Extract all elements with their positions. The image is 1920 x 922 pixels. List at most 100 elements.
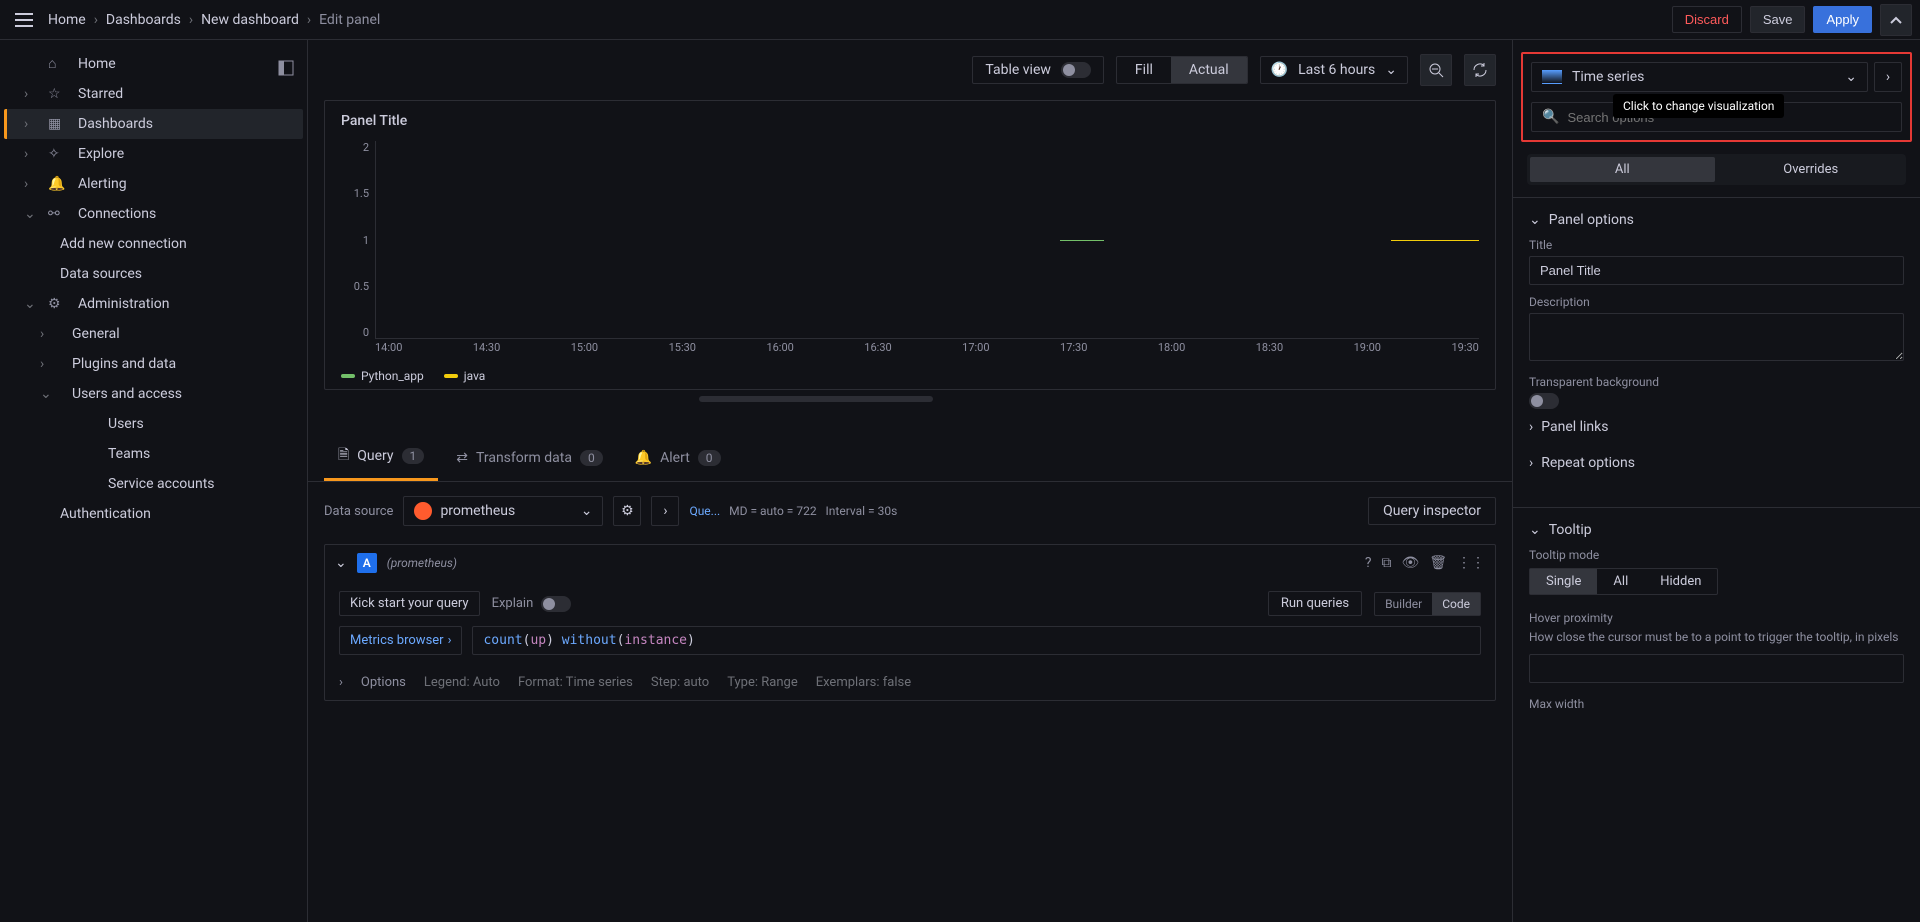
refresh-button[interactable]: [1464, 54, 1496, 86]
collapse-panel-button[interactable]: [1880, 4, 1912, 36]
metrics-browser-button[interactable]: Metrics browser ›: [339, 626, 462, 655]
sidebar-item-data-sources[interactable]: Data sources: [4, 259, 303, 289]
actual-button[interactable]: Actual: [1171, 57, 1247, 83]
chevron-right-icon: ›: [24, 86, 36, 102]
options-label[interactable]: Options: [361, 675, 406, 690]
sidebar-item-users-access[interactable]: ⌄ Users and access: [4, 379, 303, 409]
discard-button[interactable]: Discard: [1672, 6, 1742, 33]
panel-links-row[interactable]: › Panel links: [1529, 409, 1904, 445]
breadcrumb-home[interactable]: Home: [48, 12, 86, 28]
code-button[interactable]: Code: [1432, 593, 1480, 615]
transparent-toggle[interactable]: [1529, 393, 1559, 409]
tab-label: Alert: [660, 450, 690, 466]
sidebar-item-connections[interactable]: ⌄ ⚯ Connections: [4, 199, 303, 229]
tab-alert[interactable]: 🔔 Alert 0: [621, 434, 735, 481]
save-button[interactable]: Save: [1750, 6, 1806, 33]
undock-button[interactable]: [270, 52, 302, 84]
builder-button[interactable]: Builder: [1375, 593, 1432, 615]
query-options-link[interactable]: Que...: [689, 504, 720, 518]
chevron-down-icon: ⌄: [581, 503, 593, 519]
explain-label: Explain: [492, 596, 534, 611]
sidebar-item-starred[interactable]: › ☆ Starred: [4, 79, 303, 109]
expand-button[interactable]: ›: [651, 496, 679, 526]
run-queries-button[interactable]: Run queries: [1268, 591, 1362, 616]
sidebar-item-users[interactable]: Users: [4, 409, 303, 439]
switch-icon: [1061, 62, 1091, 78]
legend-color-icon: [341, 374, 355, 378]
sidebar-item-home[interactable]: ⌂ Home: [4, 48, 303, 79]
hamburger-menu[interactable]: [8, 4, 40, 36]
tab-transform[interactable]: ⇄ Transform data 0: [442, 434, 616, 481]
chevron-right-icon[interactable]: ›: [339, 675, 343, 690]
visualization-picker-highlight: Time series ⌄ › Click to change visualiz…: [1521, 52, 1912, 142]
legend-color-icon: [444, 374, 458, 378]
tab-query[interactable]: 🗎 Query 1: [324, 434, 438, 481]
chevron-right-icon: ›: [94, 12, 98, 28]
collapse-right-button[interactable]: ›: [1874, 62, 1902, 92]
repeat-options-row[interactable]: › Repeat options: [1529, 445, 1904, 481]
sidebar-item-alerting[interactable]: › 🔔 Alerting: [4, 169, 303, 199]
apply-button[interactable]: Apply: [1813, 6, 1872, 33]
tab-overrides[interactable]: Overrides: [1719, 157, 1904, 182]
section-header-panel-options[interactable]: ⌄ Panel options: [1529, 212, 1904, 228]
description-input[interactable]: [1529, 313, 1904, 361]
eye-icon[interactable]: 👁: [1401, 555, 1419, 571]
x-tick: 17:30: [1060, 341, 1087, 359]
data-source-settings-button[interactable]: ⚙: [613, 496, 641, 526]
chevron-right-icon: ›: [1529, 455, 1533, 471]
sidebar-item-explore[interactable]: › ✧ Explore: [4, 139, 303, 169]
horizontal-scrollbar[interactable]: [699, 396, 933, 402]
chevron-down-icon: ⌄: [24, 296, 36, 312]
sidebar-item-teams[interactable]: Teams: [4, 439, 303, 469]
data-source-select[interactable]: prometheus ⌄: [403, 496, 603, 526]
hover-proximity-input[interactable]: [1529, 654, 1904, 683]
table-view-toggle[interactable]: Table view: [972, 56, 1104, 84]
legend-item-java[interactable]: java: [444, 369, 486, 383]
topbar: Home › Dashboards › New dashboard › Edit…: [0, 0, 1920, 40]
sidebar-item-plugins[interactable]: › Plugins and data: [4, 349, 303, 379]
sidebar-item-service-accounts[interactable]: Service accounts: [4, 469, 303, 499]
query-letter[interactable]: A: [357, 553, 377, 573]
visualization-picker[interactable]: Time series ⌄: [1531, 62, 1868, 92]
chevron-down-icon[interactable]: ⌄: [335, 555, 347, 571]
fill-button[interactable]: Fill: [1117, 57, 1171, 83]
sidebar-item-label: Service accounts: [108, 476, 215, 492]
all-overrides-tabs: All Overrides: [1527, 154, 1906, 185]
drag-handle-icon[interactable]: ⋮⋮: [1457, 555, 1485, 571]
duplicate-icon[interactable]: ⧉: [1381, 555, 1391, 571]
sidebar-item-administration[interactable]: ⌄ ⚙ Administration: [4, 289, 303, 319]
tab-label: Transform data: [476, 450, 572, 466]
section-header-tooltip[interactable]: ⌄ Tooltip: [1529, 522, 1904, 538]
sidebar-item-dashboards[interactable]: › ▦ Dashboards: [4, 109, 303, 139]
breadcrumb-new-dashboard[interactable]: New dashboard: [201, 12, 299, 28]
tooltip-hidden-button[interactable]: Hidden: [1644, 569, 1717, 594]
help-icon[interactable]: ?: [1365, 555, 1372, 571]
tab-all[interactable]: All: [1530, 157, 1715, 182]
legend-item-python[interactable]: Python_app: [341, 369, 424, 383]
home-icon: ⌂: [48, 55, 66, 72]
data-source-label: Data source: [324, 504, 393, 519]
chevron-down-icon: ⌄: [1529, 522, 1541, 538]
breadcrumb-dashboards[interactable]: Dashboards: [106, 12, 181, 28]
transform-icon: ⇄: [456, 450, 468, 466]
trash-icon[interactable]: 🗑: [1429, 555, 1447, 571]
sidebar-item-general[interactable]: › General: [4, 319, 303, 349]
time-range-picker[interactable]: 🕐 Last 6 hours ⌄: [1260, 56, 1408, 84]
sidebar-item-add-connection[interactable]: Add new connection: [4, 229, 303, 259]
tooltip-single-button[interactable]: Single: [1530, 569, 1597, 594]
prometheus-icon: [414, 502, 432, 520]
x-tick: 19:30: [1451, 341, 1478, 359]
explain-toggle[interactable]: Explain: [492, 596, 572, 612]
sidebar-item-label: Authentication: [60, 506, 151, 522]
sidebar-item-label: Teams: [108, 446, 150, 462]
title-input[interactable]: [1529, 256, 1904, 285]
kick-start-button[interactable]: Kick start your query: [339, 591, 480, 616]
query-bar: Data source prometheus ⌄ ⚙ › Que... MD =…: [308, 482, 1512, 540]
sidebar-item-label: Connections: [78, 206, 156, 222]
tooltip-all-button[interactable]: All: [1597, 569, 1644, 594]
query-inspector-button[interactable]: Query inspector: [1368, 497, 1496, 525]
type-option: Type: Range: [727, 675, 797, 690]
query-input[interactable]: count(up) without(instance): [472, 626, 1481, 655]
sidebar-item-authentication[interactable]: Authentication: [4, 499, 303, 529]
zoom-out-button[interactable]: [1420, 54, 1452, 86]
